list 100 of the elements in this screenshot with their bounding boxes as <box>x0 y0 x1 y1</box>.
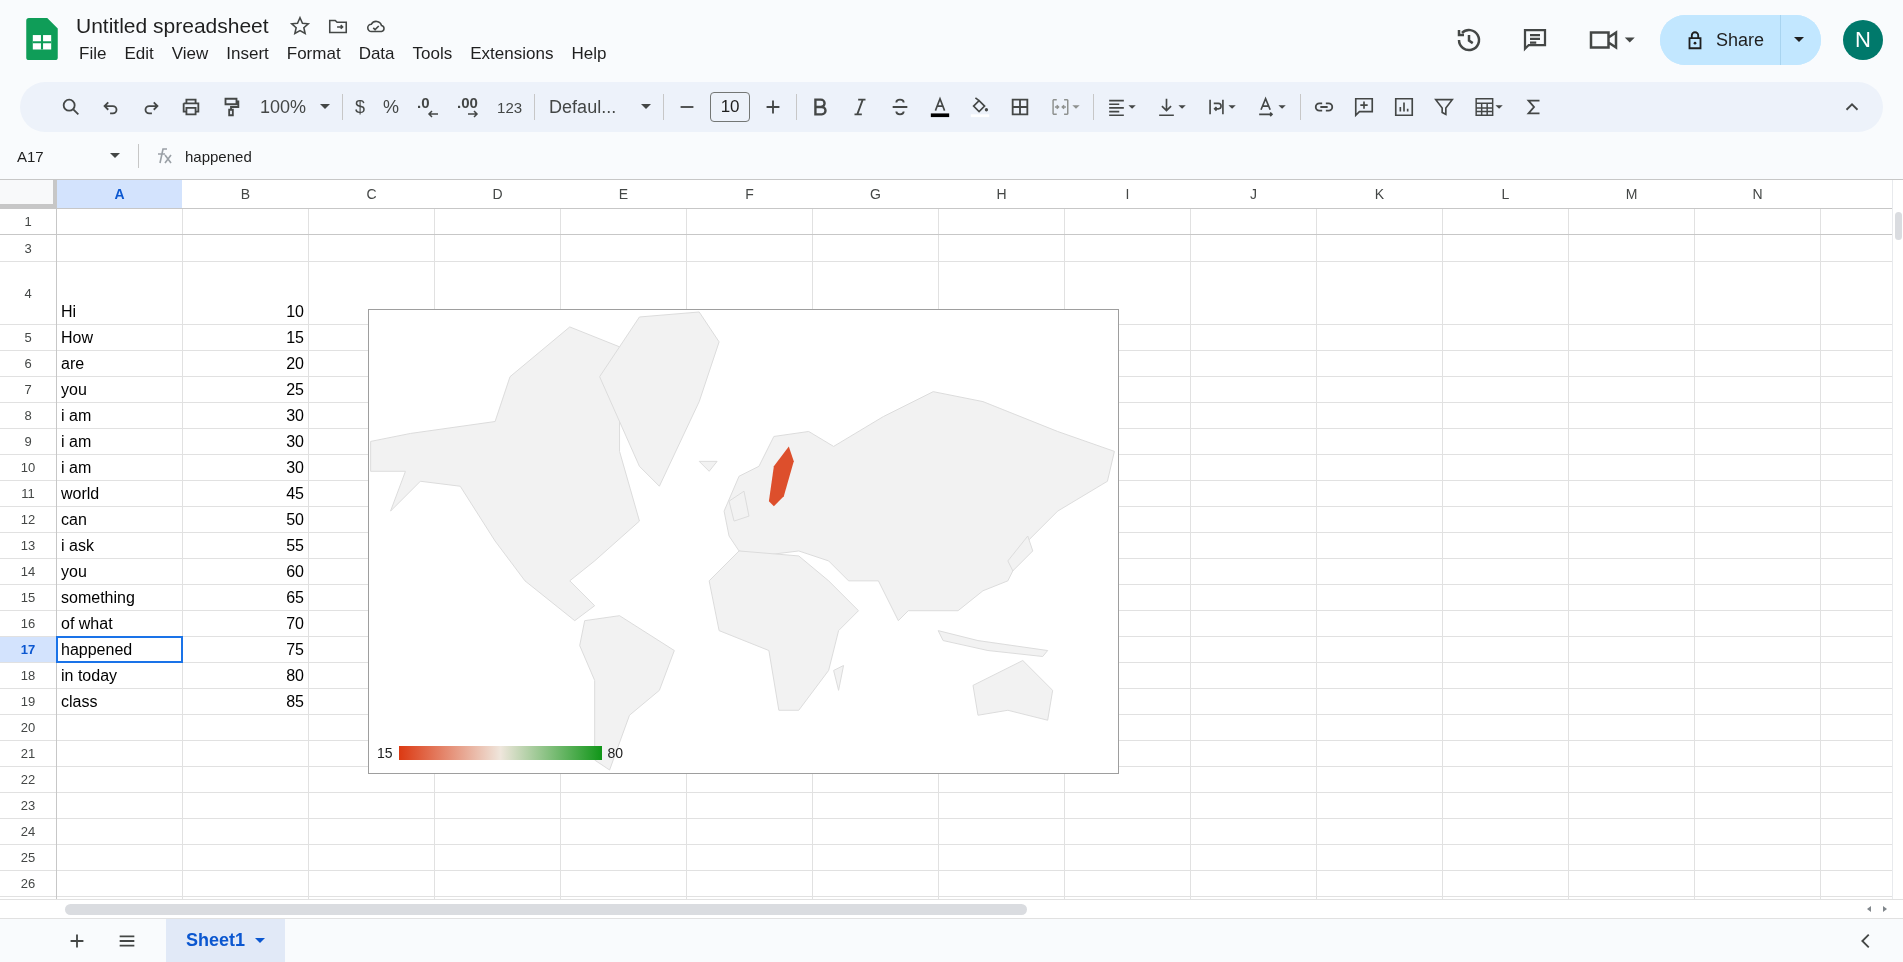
share-button[interactable]: Share <box>1659 15 1781 65</box>
table-cell-text: i ask <box>60 536 95 556</box>
formula-field[interactable]: happened <box>185 147 252 165</box>
table-cell-text: you <box>60 562 88 582</box>
column-header[interactable]: H <box>939 180 1064 208</box>
table-cell: happened <box>56 636 183 663</box>
number-format-button[interactable]: 123 <box>497 98 523 116</box>
column-header[interactable]: E <box>561 180 686 208</box>
table-cell-text: 30 <box>285 432 305 452</box>
row-header[interactable]: 19 <box>0 689 56 714</box>
row-header[interactable]: 18 <box>0 663 56 688</box>
row-header[interactable]: 8 <box>0 403 56 428</box>
menu-item[interactable]: File <box>70 42 116 66</box>
column-header[interactable]: C <box>309 180 434 208</box>
column-header[interactable]: J <box>1191 180 1316 208</box>
row-header[interactable]: 16 <box>0 611 56 636</box>
row-header[interactable]: 1 <box>0 209 56 234</box>
currency-format-button[interactable]: $ <box>355 96 366 118</box>
scroll-left-icon[interactable] <box>1865 905 1873 913</box>
table-cell-text: i am <box>60 458 93 478</box>
avatar[interactable]: N <box>1843 20 1883 60</box>
column-header[interactable]: D <box>435 180 560 208</box>
table-cell-text: class <box>60 692 99 712</box>
arrow-icon <box>427 110 440 118</box>
row-header[interactable]: 15 <box>0 585 56 610</box>
row-header[interactable]: 5 <box>0 325 56 350</box>
menu-item[interactable]: Extensions <box>461 42 563 66</box>
caret-icon <box>641 104 652 110</box>
row-header[interactable]: 11 <box>0 481 56 506</box>
scroll-right-icon[interactable] <box>1881 905 1889 913</box>
table-cell-text: 55 <box>285 536 305 556</box>
column-header[interactable]: B <box>183 180 308 208</box>
font-select[interactable]: Defaul... <box>549 96 652 118</box>
table-cell-text: 60 <box>285 562 305 582</box>
increase-decimals-button[interactable]: .00 <box>457 96 480 118</box>
row-header[interactable]: 3 <box>0 235 56 261</box>
table-cell-text: 85 <box>285 692 305 712</box>
sheet-tab[interactable]: Sheet1 <box>166 919 286 962</box>
menu-item[interactable]: Tools <box>403 42 462 66</box>
table-cell-text: are <box>60 354 86 374</box>
column-header[interactable]: I <box>1065 180 1190 208</box>
menu-item[interactable]: Format <box>277 42 350 66</box>
filter-icon[interactable] <box>1433 96 1456 118</box>
vertical-scrollbar[interactable] <box>1892 180 1903 899</box>
table-cell-text: 15 <box>285 328 305 348</box>
table-cell-text: 30 <box>285 458 305 478</box>
legend-max-label: 80 <box>607 745 624 761</box>
row-header[interactable]: 26 <box>0 871 56 896</box>
table-cell-text: i am <box>60 432 93 452</box>
column-header[interactable]: K <box>1317 180 1442 208</box>
menu-item[interactable]: View <box>162 42 218 66</box>
row-header[interactable]: 20 <box>0 715 56 740</box>
row-header[interactable]: 25 <box>0 845 56 870</box>
merge-cells-icon[interactable] <box>1049 96 1082 118</box>
search-icon[interactable] <box>60 96 82 118</box>
insert-chart-icon[interactable] <box>1393 96 1416 118</box>
fill-color-icon[interactable] <box>969 96 992 118</box>
column-header[interactable]: A <box>57 180 182 208</box>
table-cell-text: 80 <box>285 666 305 686</box>
table-cell-text: in today <box>60 666 119 686</box>
decrease-decimals-button[interactable]: .0 <box>417 96 440 118</box>
menu-item[interactable]: Edit <box>115 42 163 66</box>
table-cell-text: 30 <box>285 406 305 426</box>
table-cell-text: 50 <box>285 510 305 530</box>
document-title[interactable]: Untitled spreadsheet <box>76 14 269 38</box>
star-icon[interactable] <box>288 15 311 37</box>
row-header[interactable]: 22 <box>0 767 56 792</box>
print-icon[interactable] <box>180 96 202 118</box>
name-box[interactable]: A17 <box>17 147 130 165</box>
zoom-select[interactable]: 100% <box>260 96 331 118</box>
column-header[interactable]: N <box>1695 180 1820 208</box>
row-header[interactable]: 21 <box>0 741 56 766</box>
row-header[interactable]: 9 <box>0 429 56 454</box>
menu-item[interactable]: Insert <box>217 42 278 66</box>
table-cell-text: of what <box>60 614 114 634</box>
table-cell-text: 10 <box>285 302 305 322</box>
row-header[interactable]: 10 <box>0 455 56 480</box>
horizontal-scrollbar[interactable] <box>65 903 1027 915</box>
menu-item[interactable]: Help <box>562 42 616 66</box>
caret-icon <box>255 937 266 944</box>
row-header[interactable]: 17 <box>0 637 56 662</box>
sheets-logo-icon[interactable] <box>26 18 58 60</box>
column-header[interactable]: M <box>1569 180 1694 208</box>
column-header[interactable]: G <box>813 180 938 208</box>
menu-item[interactable]: Data <box>349 42 404 66</box>
row-header[interactable]: 23 <box>0 793 56 818</box>
text-color-icon[interactable] <box>929 96 952 118</box>
column-header[interactable]: L <box>1443 180 1568 208</box>
column-header[interactable]: F <box>687 180 812 208</box>
percent-format-button[interactable]: % <box>383 96 400 118</box>
row-header[interactable]: 13 <box>0 533 56 558</box>
row-header[interactable]: 7 <box>0 377 56 402</box>
row-header[interactable]: 12 <box>0 507 56 532</box>
row-header[interactable]: 24 <box>0 819 56 844</box>
row-header[interactable]: 6 <box>0 351 56 376</box>
row-header[interactable]: 4 <box>0 262 56 324</box>
font-size-field[interactable]: 10 <box>710 92 751 122</box>
row-header[interactable]: 14 <box>0 559 56 584</box>
geo-chart[interactable]: 15 80 <box>368 309 1119 774</box>
add-comment-icon[interactable] <box>1353 96 1376 118</box>
